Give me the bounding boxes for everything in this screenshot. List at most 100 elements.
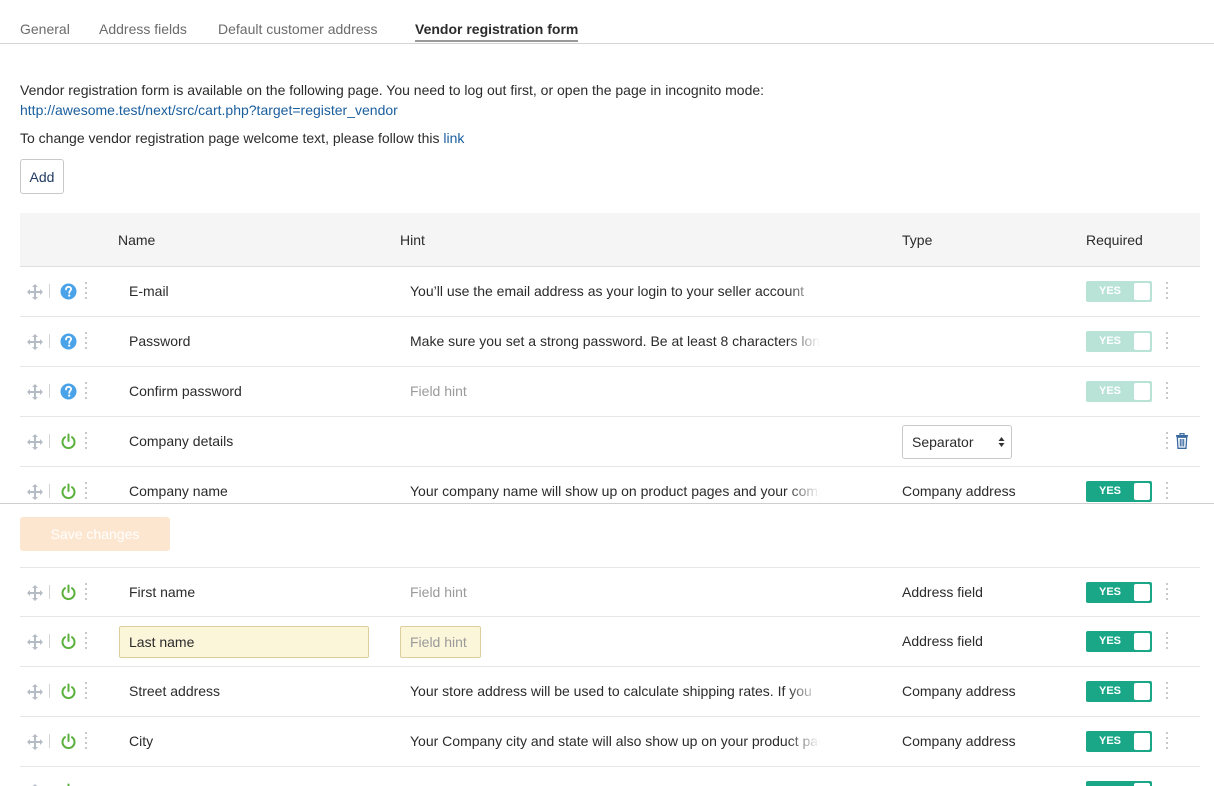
row-menu-icon[interactable] — [84, 682, 88, 702]
table-row — [20, 767, 1200, 786]
column-type: Type — [902, 232, 933, 248]
tab-vendor-registration-form[interactable]: Vendor registration form — [415, 21, 579, 42]
field-hint[interactable]: Your store address will be used to calcu… — [410, 667, 820, 717]
power-icon[interactable] — [60, 433, 77, 450]
row-actions-icon[interactable] — [1165, 282, 1169, 302]
row-actions-icon[interactable] — [1165, 682, 1169, 702]
required-toggle[interactable]: YES — [1086, 631, 1152, 652]
toggle-knob — [1134, 633, 1150, 650]
field-name-input[interactable]: Last name — [119, 626, 369, 658]
toggle-knob — [1134, 333, 1150, 350]
row-menu-icon[interactable] — [84, 482, 88, 502]
field-name[interactable]: Confirm password — [129, 367, 389, 417]
tab-general[interactable]: General — [20, 21, 70, 37]
row-actions-icon[interactable] — [1165, 382, 1169, 402]
field-name[interactable]: Company details — [129, 417, 389, 467]
required-toggle[interactable]: YES — [1086, 481, 1152, 502]
required-toggle[interactable]: YES — [1086, 681, 1152, 702]
tab-bar: General Address fields Default customer … — [0, 0, 1214, 44]
table-row: First name Field hint Address field YES — [20, 567, 1200, 617]
divider — [49, 484, 50, 498]
table-row: E-mail You’ll use the email address as y… — [20, 267, 1200, 317]
column-name: Name — [118, 232, 156, 248]
field-hint-text: Your Company city and state will also sh… — [410, 733, 820, 749]
required-toggle-label: YES — [1098, 685, 1121, 697]
drag-handle-icon[interactable] — [26, 433, 44, 451]
drag-handle-icon[interactable] — [26, 584, 44, 602]
drag-handle-icon[interactable] — [26, 333, 44, 351]
row-menu-icon[interactable] — [84, 583, 88, 603]
field-name[interactable]: Street address — [129, 667, 389, 717]
drag-handle-icon[interactable] — [26, 483, 44, 501]
welcome-text-link[interactable]: link — [443, 130, 464, 146]
power-icon[interactable] — [60, 483, 77, 500]
help-icon[interactable] — [60, 383, 77, 400]
required-toggle-label: YES — [1098, 285, 1121, 297]
tab-address-fields[interactable]: Address fields — [99, 21, 187, 37]
table-row: Last name Field hint Address field YES — [20, 617, 1200, 667]
help-icon[interactable] — [60, 333, 77, 350]
type-select-value: Separator — [912, 434, 974, 450]
toggle-knob — [1134, 683, 1150, 700]
register-vendor-url[interactable]: http://awesome.test/next/src/cart.php?ta… — [20, 102, 398, 118]
required-toggle[interactable] — [1086, 781, 1152, 786]
type-select[interactable]: Separator — [902, 425, 1012, 459]
power-icon[interactable] — [60, 633, 77, 650]
column-required: Required — [1086, 232, 1143, 248]
field-hint-text: You’ll use the email address as your log… — [410, 283, 805, 299]
drag-handle-icon[interactable] — [26, 633, 44, 651]
drag-handle-icon[interactable] — [26, 383, 44, 401]
row-menu-icon[interactable] — [84, 332, 88, 352]
field-hint[interactable]: Make sure you set a strong password. Be … — [410, 317, 820, 367]
field-hint[interactable]: Field hint — [410, 568, 820, 618]
divider — [49, 334, 50, 348]
drag-handle-icon[interactable] — [26, 733, 44, 751]
required-toggle-label: YES — [1098, 335, 1121, 347]
required-toggle-label: YES — [1098, 635, 1121, 647]
required-toggle[interactable]: YES — [1086, 731, 1152, 752]
required-toggle[interactable]: YES — [1086, 381, 1152, 402]
field-name[interactable]: E-mail — [129, 267, 389, 317]
toggle-knob — [1134, 383, 1150, 400]
tab-default-customer-address[interactable]: Default customer address — [218, 21, 378, 37]
required-toggle[interactable]: YES — [1086, 582, 1152, 603]
field-hint-input[interactable]: Field hint — [400, 626, 481, 658]
trash-icon[interactable] — [1175, 433, 1189, 449]
toggle-knob — [1134, 283, 1150, 300]
field-name[interactable]: Password — [129, 317, 389, 367]
drag-handle-icon[interactable] — [26, 283, 44, 301]
required-toggle[interactable]: YES — [1086, 281, 1152, 302]
field-hint[interactable]: Field hint — [410, 367, 820, 417]
field-type: Address field — [902, 584, 983, 600]
row-menu-icon[interactable] — [84, 282, 88, 302]
power-icon[interactable] — [60, 584, 77, 601]
power-icon[interactable] — [60, 733, 77, 750]
field-name[interactable]: First name — [129, 568, 389, 618]
add-button[interactable]: Add — [20, 159, 64, 194]
field-hint[interactable]: You’ll use the email address as your log… — [410, 267, 820, 317]
field-type — [902, 367, 1082, 417]
row-actions-icon[interactable] — [1165, 632, 1169, 652]
required-toggle-label: YES — [1098, 485, 1121, 497]
row-actions-icon[interactable] — [1165, 482, 1169, 502]
field-hint[interactable]: Your Company city and state will also sh… — [410, 717, 820, 767]
field-type: Company address — [902, 683, 1016, 699]
table-header: Name Hint Type Required — [20, 213, 1200, 267]
row-actions-icon[interactable] — [1165, 332, 1169, 352]
required-toggle[interactable]: YES — [1086, 331, 1152, 352]
row-menu-icon[interactable] — [84, 632, 88, 652]
row-menu-icon[interactable] — [84, 382, 88, 402]
row-actions-icon[interactable] — [1165, 732, 1169, 752]
welcome-text-note: To change vendor registration page welco… — [20, 130, 464, 146]
divider — [49, 734, 50, 748]
drag-handle-icon[interactable] — [26, 683, 44, 701]
row-menu-icon[interactable] — [84, 732, 88, 752]
divider — [49, 434, 50, 448]
row-actions-icon[interactable] — [1165, 432, 1169, 452]
row-menu-icon[interactable] — [84, 432, 88, 452]
row-actions-icon[interactable] — [1165, 583, 1169, 603]
power-icon[interactable] — [60, 683, 77, 700]
save-changes-button[interactable]: Save changes — [20, 517, 170, 551]
field-name[interactable]: City — [129, 717, 389, 767]
help-icon[interactable] — [60, 283, 77, 300]
